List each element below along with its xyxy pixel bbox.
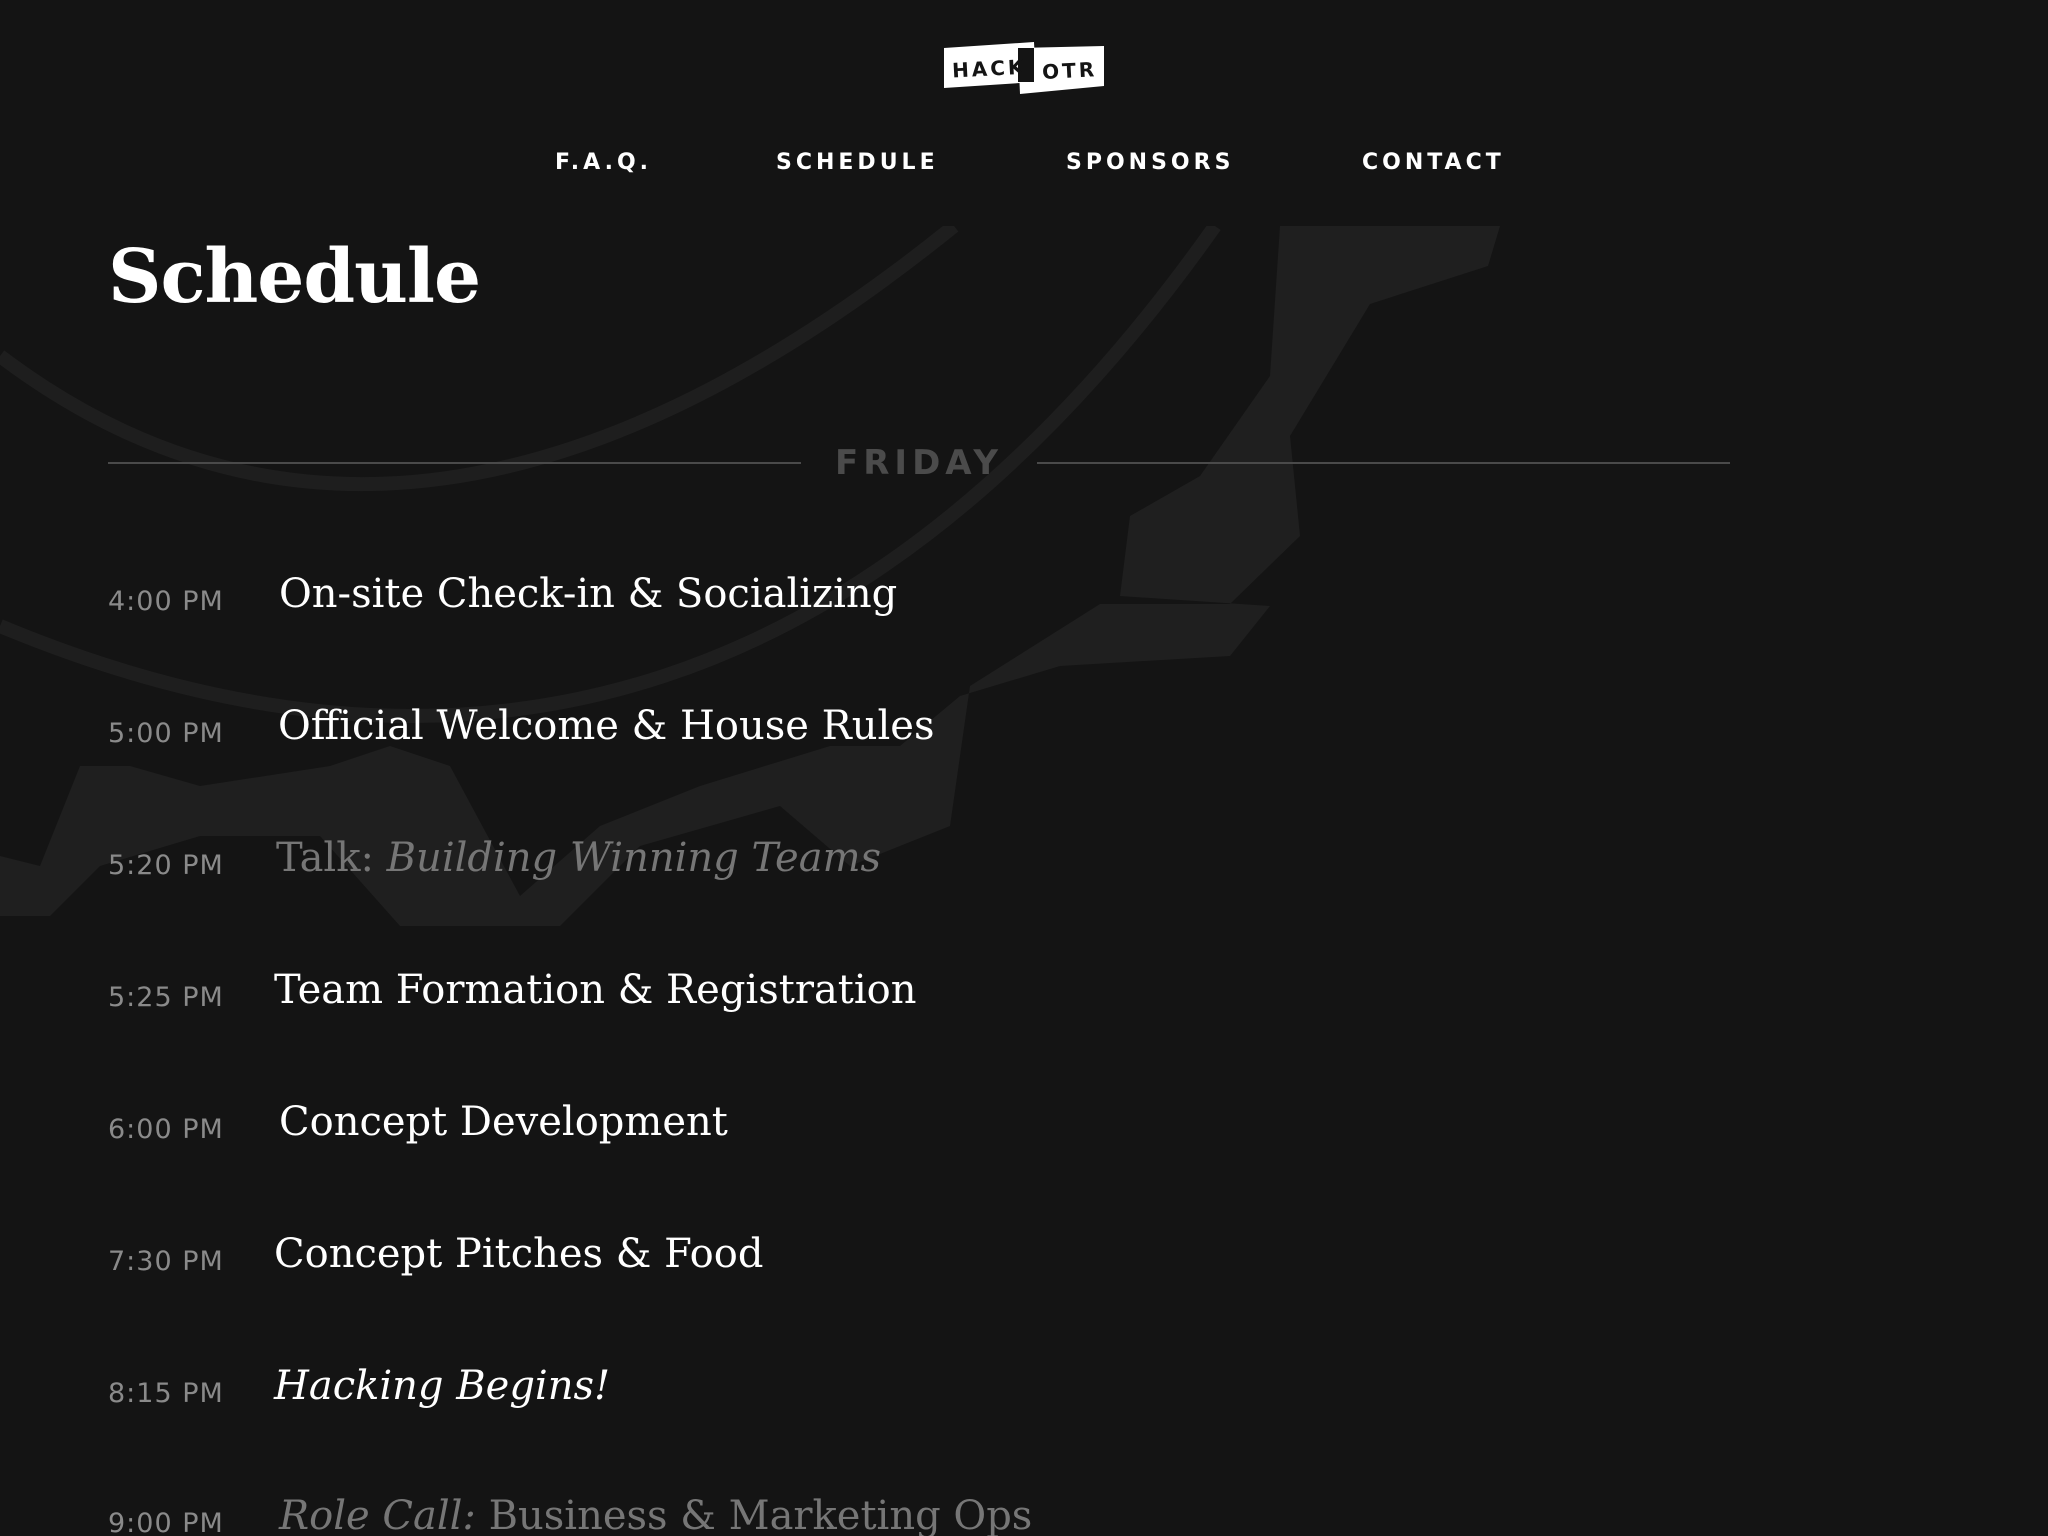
logo-text-hack: HACK: [951, 55, 1027, 83]
event-title-italic: Role Call:: [279, 1493, 476, 1536]
schedule-item: 5:25 PM Team Formation & Registration: [108, 954, 1508, 1034]
event-time: 5:25 PM: [108, 982, 224, 1013]
event-title-italic: Hacking Begins!: [274, 1363, 611, 1409]
event-title: Concept Pitches & Food: [274, 1218, 763, 1290]
nav-faq-link[interactable]: F.A.Q.: [555, 150, 652, 175]
event-title: Team Formation & Registration: [274, 954, 917, 1026]
event-title: Talk: Building Winning Teams: [276, 822, 881, 894]
schedule-item: 5:20 PM Talk: Building Winning Teams: [108, 822, 1508, 902]
event-time: 4:00 PM: [108, 586, 224, 617]
event-title-italic: Building Winning Teams: [386, 835, 882, 881]
schedule-item: 7:30 PM Concept Pitches & Food: [108, 1218, 1508, 1298]
event-title-text: Team Formation & Registration: [274, 967, 917, 1013]
page-title: Schedule: [108, 234, 481, 320]
event-title: Official Welcome & House Rules: [278, 690, 935, 762]
divider-rule-right: [1037, 462, 1730, 464]
schedule-item: 9:00 PM Role Call: Business & Marketing …: [108, 1480, 1508, 1536]
nav-sponsors-link[interactable]: SPONSORS: [1066, 150, 1234, 175]
logo-text-otr: OTR: [1042, 57, 1098, 84]
event-time: 8:15 PM: [108, 1378, 224, 1409]
event-time: 7:30 PM: [108, 1246, 224, 1277]
schedule-item: 8:15 PM Hacking Begins!: [108, 1350, 1508, 1430]
main-nav: F.A.Q. SCHEDULE SPONSORS CONTACT: [0, 150, 2048, 186]
event-title-prefix: Talk:: [276, 835, 387, 881]
schedule-item: 6:00 PM Concept Development: [108, 1086, 1508, 1166]
event-title-text: Official Welcome & House Rules: [278, 703, 935, 749]
page: HACK OTR F.A.Q. SCHEDULE SPONSORS CONTAC…: [0, 0, 2048, 1536]
nav-contact-link[interactable]: CONTACT: [1362, 150, 1505, 175]
event-time: 9:00 PM: [108, 1508, 224, 1536]
event-title-suffix: Business & Marketing Ops: [475, 1493, 1033, 1536]
event-title-text: Concept Development: [279, 1099, 728, 1145]
day-divider: FRIDAY: [108, 440, 1730, 486]
event-time: 5:20 PM: [108, 850, 224, 881]
event-time: 6:00 PM: [108, 1114, 224, 1145]
day-label: FRIDAY: [835, 443, 1003, 483]
divider-rule-left: [108, 462, 801, 464]
schedule-item: 5:00 PM Official Welcome & House Rules: [108, 690, 1508, 770]
event-time: 5:00 PM: [108, 718, 224, 749]
schedule-item: 4:00 PM On-site Check-in & Socializing: [108, 558, 1508, 638]
event-title: Role Call: Business & Marketing Ops: [279, 1480, 1032, 1536]
event-title-text: On-site Check-in & Socializing: [279, 571, 898, 617]
hackotr-logo[interactable]: HACK OTR: [942, 38, 1106, 96]
nav-schedule-link[interactable]: SCHEDULE: [776, 150, 939, 175]
event-title: On-site Check-in & Socializing: [279, 558, 897, 630]
event-title-text: Concept Pitches & Food: [274, 1231, 764, 1277]
event-title: Concept Development: [279, 1086, 728, 1158]
event-title: Hacking Begins!: [274, 1350, 610, 1422]
